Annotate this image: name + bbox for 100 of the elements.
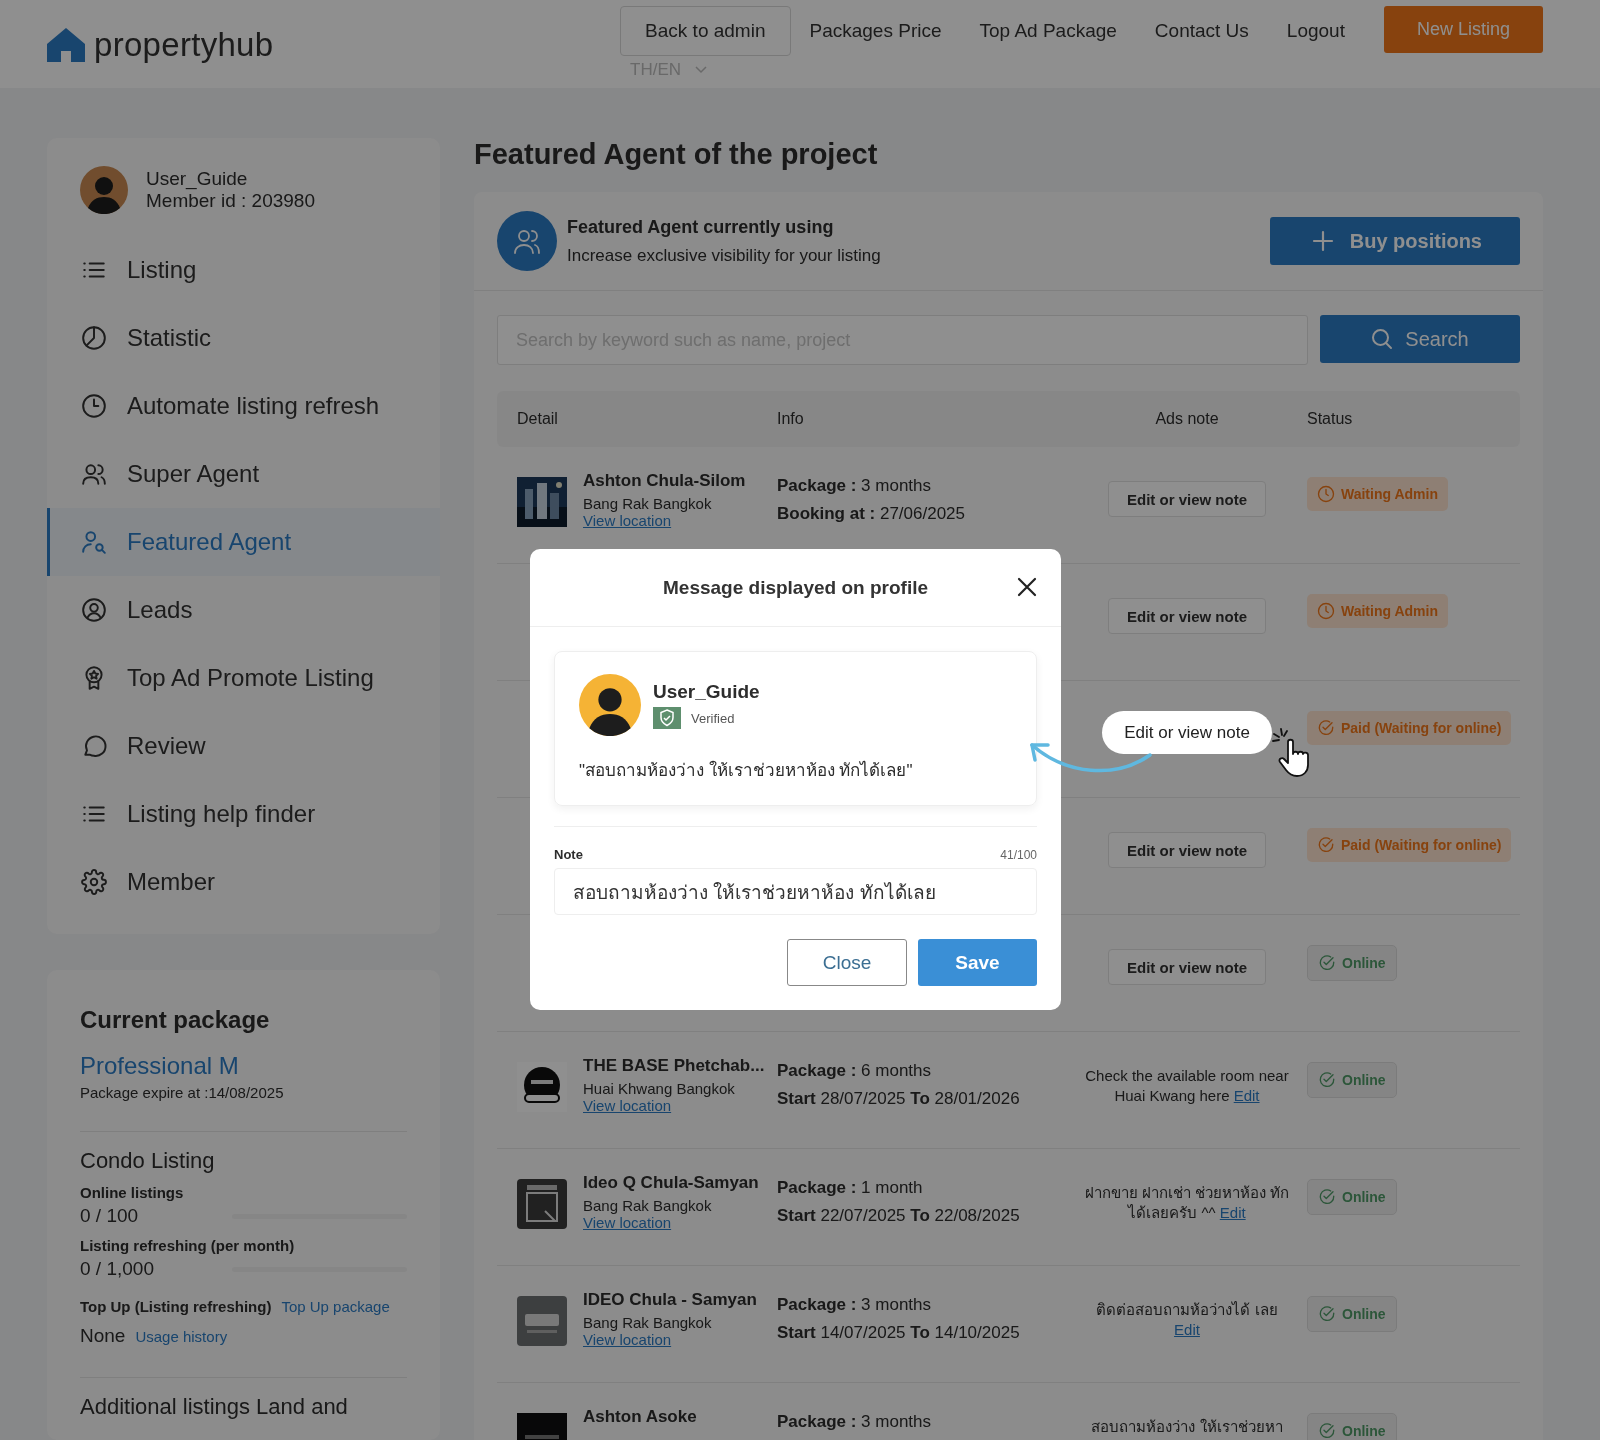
- ads-note: ติดต่อสอบถามห้อว่างได้ เลย Edit: [1095, 1300, 1279, 1340]
- section-title: Additional listings Land and: [80, 1394, 349, 1420]
- check-circle-icon: [1317, 719, 1335, 737]
- note-field[interactable]: สอบถามห้องว่าง ให้เราช่วยหาห้อง ทักได้เลย: [554, 868, 1037, 915]
- logo-icon: [46, 27, 86, 63]
- shield-icon: [653, 707, 681, 729]
- check-circle-icon: [1318, 1188, 1336, 1206]
- edit-link[interactable]: Edit: [1233, 1087, 1260, 1104]
- column-header: Detail: [516, 409, 559, 429]
- meter-reading: 0 / 100: [80, 1205, 139, 1227]
- search-button[interactable]: Search: [1320, 315, 1520, 363]
- edit-note-button[interactable]: Edit or view note: [1108, 481, 1266, 517]
- sidebar-item[interactable]: Leads: [47, 576, 440, 644]
- logo-text: propertyhub: [94, 26, 274, 64]
- status-badge: Paid (Waiting for online): [1307, 828, 1512, 862]
- project-name: Ideo Q Chula-Samyan: [583, 1173, 759, 1193]
- info-text: Booking at : 27/06/2025: [777, 503, 966, 525]
- character-counter: 41/100: [1000, 847, 1037, 862]
- status-badge: Online: [1307, 1296, 1397, 1332]
- nav-link[interactable]: Logout: [1267, 6, 1364, 56]
- nav-link[interactable]: Contact Us: [1135, 6, 1268, 56]
- meter-label: Online listings: [80, 1184, 185, 1201]
- meter-reading: 0 / 1,000: [80, 1258, 154, 1280]
- column-header: Status: [1307, 409, 1354, 429]
- view-location-link[interactable]: View location: [583, 512, 672, 529]
- edit-note-button[interactable]: Edit or view note: [1108, 832, 1266, 868]
- clock-icon: [1317, 485, 1335, 503]
- section-title: Condo Listing: [80, 1148, 216, 1174]
- info-text: Package : 6 months: [777, 1060, 932, 1082]
- page-title: Featured Agent of the project: [474, 138, 879, 172]
- section-title: Current package: [80, 1006, 271, 1034]
- package-name: Professional M: [80, 1052, 240, 1080]
- sidebar-item[interactable]: Top Ad Promote Listing: [47, 644, 440, 712]
- meter-label: Listing refreshing (per month): [80, 1237, 296, 1254]
- sidebar-item[interactable]: Listing help finder: [47, 780, 440, 848]
- edit-link[interactable]: Edit: [1219, 1204, 1246, 1221]
- plus-icon: [1311, 230, 1334, 252]
- topup-value: None: [80, 1325, 126, 1347]
- sidebar-item[interactable]: Featured Agent: [47, 508, 440, 576]
- banner-title: Featured Agent currently using: [567, 216, 835, 238]
- nav-link[interactable]: Packages Price: [790, 6, 961, 56]
- column-header: Info: [776, 409, 805, 429]
- back-button[interactable]: Back to admin: [620, 6, 791, 56]
- view-location-link[interactable]: View location: [583, 1097, 672, 1114]
- info-text: Package : 3 months: [777, 1411, 932, 1433]
- clock-icon: [81, 393, 107, 419]
- speech-bubble-icon: [81, 733, 107, 759]
- avatar: [80, 166, 128, 214]
- location-text: Huai Khwang Bangkok: [583, 1080, 736, 1097]
- people-icon: [81, 461, 107, 487]
- ads-note: ฝากขาย ฝากเช่า ช่วยหาห้อง ทักได้เลยครับ ^^ Edit: [1084, 1183, 1290, 1223]
- sidebar-item[interactable]: Member: [47, 848, 440, 916]
- user-name: User_Guide: [146, 168, 249, 190]
- sidebar-item[interactable]: Automate listing refresh: [47, 372, 440, 440]
- pie-chart-icon: [81, 325, 107, 351]
- people-icon: [497, 211, 557, 271]
- edit-note-button[interactable]: Edit or view note: [1108, 598, 1266, 634]
- edit-note-button[interactable]: Edit or view note: [1108, 949, 1266, 985]
- dialog-title: Message displayed on profile: [663, 576, 928, 599]
- person-search-icon: [81, 529, 107, 555]
- user-name: User_Guide: [653, 681, 760, 703]
- save-button[interactable]: Save: [918, 939, 1037, 986]
- view-location-link[interactable]: View location: [583, 1331, 672, 1348]
- usage-history-link[interactable]: Usage history: [135, 1328, 228, 1345]
- ads-note: สอบถามห้องว่าง ให้เราช่วยหา: [1091, 1417, 1283, 1437]
- sidebar-item[interactable]: Review: [47, 712, 440, 780]
- search-icon: [1371, 328, 1394, 350]
- meter-label: Top Up (Listing refreshing): [80, 1298, 272, 1315]
- check-circle-icon: [1318, 1071, 1336, 1089]
- sidebar-item[interactable]: Listing: [47, 236, 440, 304]
- edit-link[interactable]: Edit: [1174, 1321, 1200, 1338]
- close-button[interactable]: [1017, 577, 1037, 597]
- view-location-link[interactable]: View location: [583, 1214, 672, 1231]
- nav-link[interactable]: Top Ad Package: [960, 6, 1136, 56]
- ads-note: Check the available room near Huai Kwang here Edit: [1084, 1066, 1290, 1106]
- info-text: Start 28/07/2025 To 28/01/2026: [777, 1088, 1020, 1110]
- chevron-down-icon: [695, 66, 708, 74]
- member-id: Member id : 203980: [146, 190, 315, 212]
- field-label: Note: [554, 847, 583, 862]
- close-icon: [1017, 577, 1037, 597]
- project-name: THE BASE Phetchab...: [583, 1056, 765, 1076]
- buy-positions-button[interactable]: Buy positions: [1269, 217, 1520, 265]
- status-badge: Paid (Waiting for online): [1307, 711, 1512, 745]
- column-header: Ads note: [1154, 409, 1220, 429]
- sidebar-item[interactable]: Statistic: [47, 304, 440, 372]
- status-badge: Online: [1307, 1413, 1397, 1440]
- status-badge: Waiting Admin: [1307, 594, 1448, 628]
- info-text: Package : 3 months: [777, 475, 932, 497]
- edit-note-button[interactable]: Edit or view note: [1102, 711, 1272, 754]
- sidebar-item[interactable]: Super Agent: [47, 440, 440, 508]
- check-circle-icon: [1317, 836, 1335, 854]
- expiry-text: Package expire at :14/08/2025: [80, 1084, 285, 1101]
- top-up-link[interactable]: Top Up package: [281, 1298, 390, 1315]
- status-badge: Waiting Admin: [1307, 477, 1448, 511]
- check-circle-icon: [1318, 1422, 1336, 1440]
- location-text: Bang Rak Bangkok: [583, 1314, 713, 1331]
- status-badge: Online: [1307, 1179, 1397, 1215]
- project-name: IDEO Chula - Samyan: [583, 1290, 757, 1310]
- status-badge: Online: [1307, 1062, 1397, 1098]
- cancel-button[interactable]: Close: [787, 939, 907, 986]
